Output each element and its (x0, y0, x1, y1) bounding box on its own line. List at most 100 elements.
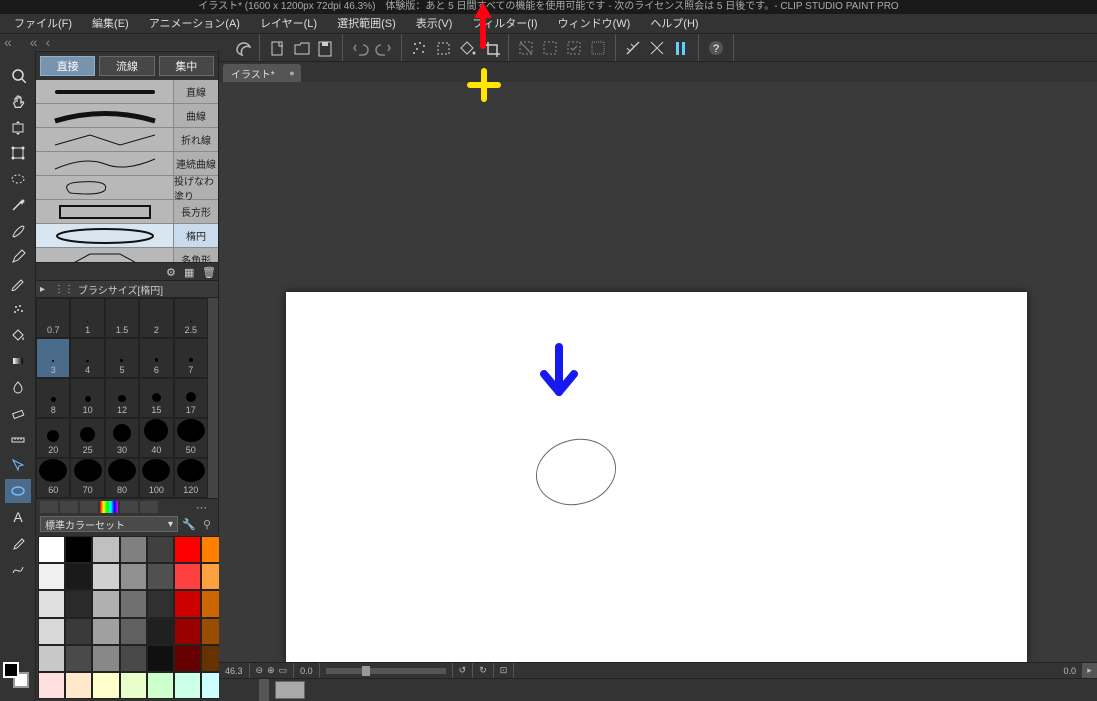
color-swatch[interactable] (147, 536, 174, 563)
brush-size-20[interactable]: 20 (36, 418, 70, 458)
brush-size-4[interactable]: 4 (70, 338, 104, 378)
color-swatch[interactable] (120, 645, 147, 672)
color-swatch[interactable] (65, 672, 92, 699)
color-swatch[interactable] (65, 590, 92, 617)
clip-studio-button[interactable] (231, 37, 253, 59)
brush-size-60[interactable]: 60 (36, 458, 70, 498)
tool-lasso[interactable] (5, 167, 31, 191)
document-tab[interactable]: イラスト* ● (223, 64, 301, 82)
brush-size-5[interactable]: 5 (105, 338, 139, 378)
color-swatch[interactable] (38, 672, 65, 699)
tool-pen[interactable] (5, 245, 31, 269)
brush-size-70[interactable]: 70 (70, 458, 104, 498)
tool-brush[interactable] (5, 219, 31, 243)
subtool-line[interactable]: 直線 (36, 80, 218, 104)
scrollbar-thumb[interactable] (259, 679, 269, 701)
tool-pencil[interactable] (5, 271, 31, 295)
brush-size-50[interactable]: 50 (174, 418, 208, 458)
chevron-left-icon[interactable]: « (0, 34, 16, 50)
brush-size-8[interactable]: 8 (36, 378, 70, 418)
tool-prop-icon[interactable]: ⚙ (166, 266, 178, 278)
tool-move-layer[interactable] (5, 115, 31, 139)
zoom-fit-icon[interactable]: ▭ (279, 665, 288, 676)
tool-hand[interactable] (5, 89, 31, 113)
canvas-viewport[interactable] (219, 82, 1097, 662)
brush-size-3[interactable]: 3 (36, 338, 70, 378)
zoom-value[interactable]: 46.3 (219, 663, 250, 678)
brushsize-panel-header[interactable]: ▸ ⋮⋮ ブラシサイズ[楕円] (36, 280, 218, 298)
add-icon[interactable]: ▦ (184, 266, 196, 278)
zoom-slider[interactable]: ⊖ ⊕ ▭ (250, 663, 295, 678)
brush-size-6[interactable]: 6 (139, 338, 173, 378)
color-swatch[interactable] (120, 590, 147, 617)
undo-button[interactable] (349, 37, 371, 59)
color-swatch[interactable] (38, 563, 65, 590)
menu-ファイル(F)[interactable]: ファイル(F) (4, 14, 82, 34)
tool-eyedropper[interactable] (5, 531, 31, 555)
tool-ellipse[interactable] (5, 479, 31, 503)
subtool-tab-集中[interactable]: 集中 (159, 56, 214, 76)
subtool-curve[interactable]: 曲線 (36, 104, 218, 128)
color-swatch[interactable] (92, 563, 119, 590)
zoom-in-icon[interactable]: ⊕ (267, 665, 275, 676)
color-swatch[interactable] (92, 645, 119, 672)
tool-fill[interactable] (5, 323, 31, 347)
menu-ヘルプ(H)[interactable]: ヘルプ(H) (640, 14, 708, 34)
brush-size-25[interactable]: 25 (70, 418, 104, 458)
foreground-color-swatch[interactable] (3, 662, 19, 678)
snap-ruler-button[interactable] (622, 37, 644, 59)
tool-magnifier[interactable] (5, 63, 31, 87)
subtool-poly[interactable]: 折れ線 (36, 128, 218, 152)
eyedropper-icon[interactable]: ⚲ (200, 517, 214, 531)
brush-size-30[interactable]: 30 (105, 418, 139, 458)
color-swatch[interactable] (147, 590, 174, 617)
rot-cw-icon[interactable]: ↻ (473, 663, 494, 678)
color-swatch[interactable] (92, 590, 119, 617)
trash-icon[interactable]: 🗑 (202, 266, 214, 278)
subtool-tab-流線[interactable]: 流線 (99, 56, 154, 76)
color-swatch[interactable] (120, 672, 147, 699)
color-swatch[interactable] (92, 536, 119, 563)
rot-ccw-icon[interactable]: ↺ (453, 663, 474, 678)
brush-size-12[interactable]: 12 (105, 378, 139, 418)
brush-size-80[interactable]: 80 (105, 458, 139, 498)
tool-wand[interactable] (5, 193, 31, 217)
close-icon[interactable]: ● (289, 68, 294, 78)
color-swatch[interactable] (147, 563, 174, 590)
brush-size-2[interactable]: 2 (139, 298, 173, 338)
color-swatch[interactable] (65, 618, 92, 645)
tool-blur[interactable] (5, 375, 31, 399)
color-swatch[interactable] (92, 618, 119, 645)
tool-ruler[interactable] (5, 427, 31, 451)
scrollbar[interactable] (208, 298, 218, 498)
panel-opts-icon[interactable]: ⋯ (196, 501, 214, 513)
canvas[interactable] (286, 292, 1027, 662)
save-button[interactable] (314, 37, 336, 59)
tool-eraser[interactable] (5, 401, 31, 425)
menu-編集(E)[interactable]: 編集(E) (82, 14, 139, 34)
color-swatch[interactable] (174, 645, 201, 672)
menu-アニメーション(A)[interactable]: アニメーション(A) (139, 14, 250, 34)
rot-reset-icon[interactable]: ⊡ (494, 663, 515, 678)
color-mix-tab[interactable] (80, 501, 98, 513)
color-swatch[interactable] (120, 563, 147, 590)
color-set-dropdown[interactable]: 標準カラーセット▾ (40, 516, 178, 532)
brush-size-1.5[interactable]: 1.5 (105, 298, 139, 338)
panel-menu-icon[interactable]: ▸ (40, 284, 50, 294)
color-swatch[interactable] (38, 536, 65, 563)
subtool-rect[interactable]: 長方形 (36, 200, 218, 224)
select-invert-button[interactable] (515, 37, 537, 59)
open-button[interactable] (290, 37, 312, 59)
scroll-right-icon[interactable]: ▸ (1083, 663, 1097, 678)
rotation-value[interactable]: 0.0 (294, 663, 320, 678)
color-swatch[interactable] (92, 672, 119, 699)
color-set-tab[interactable] (100, 501, 118, 513)
color-swatch[interactable] (38, 618, 65, 645)
color-swatch[interactable] (38, 590, 65, 617)
crop-button[interactable] (480, 37, 502, 59)
snap-grid-button[interactable] (670, 37, 692, 59)
menu-ウィンドウ(W)[interactable]: ウィンドウ(W) (548, 14, 641, 34)
foreground-background-color[interactable] (3, 662, 29, 688)
tool-arrow[interactable] (5, 453, 31, 477)
rotation-slider[interactable] (320, 663, 453, 678)
